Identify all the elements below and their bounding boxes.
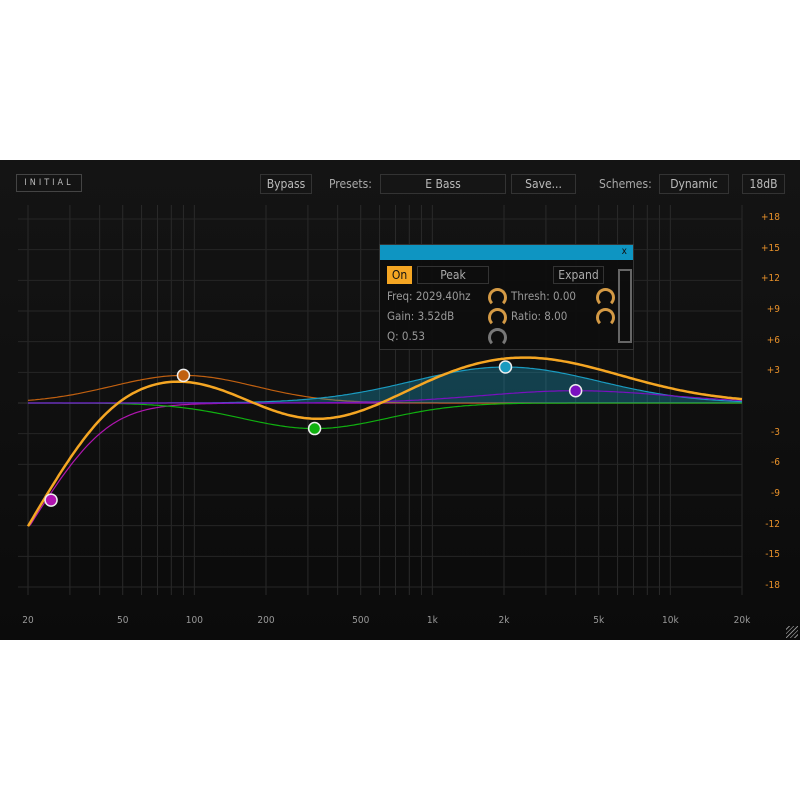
db-label: -15 — [765, 549, 780, 561]
filter-type-select[interactable]: Peak — [417, 266, 489, 284]
freq-label: 100 — [185, 615, 203, 626]
popup-titlebar[interactable]: x — [380, 245, 633, 260]
db-label: +6 — [766, 334, 780, 346]
db-label: -18 — [765, 580, 780, 591]
logo: INITIAL — [16, 174, 82, 192]
schemes-label: Schemes: — [599, 177, 652, 191]
freq-label: 1k — [426, 615, 438, 626]
thresh-value: Thresh: 0.00 — [511, 289, 576, 303]
sum-curve — [26, 356, 743, 527]
range-button[interactable]: 18dB — [742, 174, 785, 194]
freq-label: 20k — [733, 615, 751, 626]
band-node[interactable] — [307, 421, 322, 436]
save-button[interactable]: Save... — [511, 174, 576, 194]
gain-value: Gain: 3.52dB — [387, 309, 455, 323]
freq-value: Freq: 2029.40hz — [387, 289, 471, 303]
presets-label: Presets: — [329, 177, 372, 191]
q-value: Q: 0.53 — [387, 329, 425, 343]
level-meter — [618, 269, 632, 343]
db-label: -9 — [771, 488, 780, 499]
freq-label: 500 — [352, 615, 370, 626]
db-label: +9 — [766, 304, 780, 315]
db-label: +15 — [761, 242, 780, 254]
expand-button[interactable]: Expand — [553, 266, 604, 284]
close-button[interactable]: x — [622, 246, 627, 257]
q-knob[interactable] — [488, 328, 507, 347]
freq-label: 2k — [498, 615, 510, 626]
freq-knob[interactable] — [488, 288, 507, 307]
band-popup: x On Peak Expand Freq: 2029.40hz Gain: 3… — [379, 244, 634, 350]
db-label: +18 — [761, 212, 780, 223]
eq-graph[interactable] — [0, 160, 800, 640]
thresh-knob[interactable] — [596, 288, 615, 307]
bypass-button[interactable]: Bypass — [260, 174, 312, 194]
band-curve — [28, 402, 742, 430]
ratio-value: Ratio: 8.00 — [511, 309, 568, 323]
db-label: -6 — [771, 457, 780, 469]
eq-plugin-window: INITIAL Bypass Presets: E Bass Save... S… — [0, 160, 800, 640]
band-node[interactable] — [44, 493, 58, 507]
freq-label: 200 — [257, 615, 275, 626]
db-label: +12 — [761, 273, 780, 285]
band-node[interactable] — [568, 383, 583, 398]
freq-label: 10k — [662, 615, 679, 626]
ratio-knob[interactable] — [596, 308, 615, 327]
resize-handle[interactable] — [786, 626, 798, 638]
band-node[interactable] — [176, 368, 191, 383]
db-label: +3 — [766, 365, 780, 377]
preset-select[interactable]: E Bass — [380, 174, 506, 194]
db-label: -3 — [771, 426, 780, 438]
freq-label: 5k — [593, 615, 605, 626]
band-node[interactable] — [498, 360, 513, 374]
freq-label: 50 — [116, 615, 129, 626]
freq-label: 20 — [22, 615, 34, 626]
db-label: -12 — [765, 518, 780, 530]
gain-knob[interactable] — [488, 308, 507, 327]
scheme-select[interactable]: Dynamic — [659, 174, 729, 194]
on-toggle[interactable]: On — [387, 266, 412, 284]
